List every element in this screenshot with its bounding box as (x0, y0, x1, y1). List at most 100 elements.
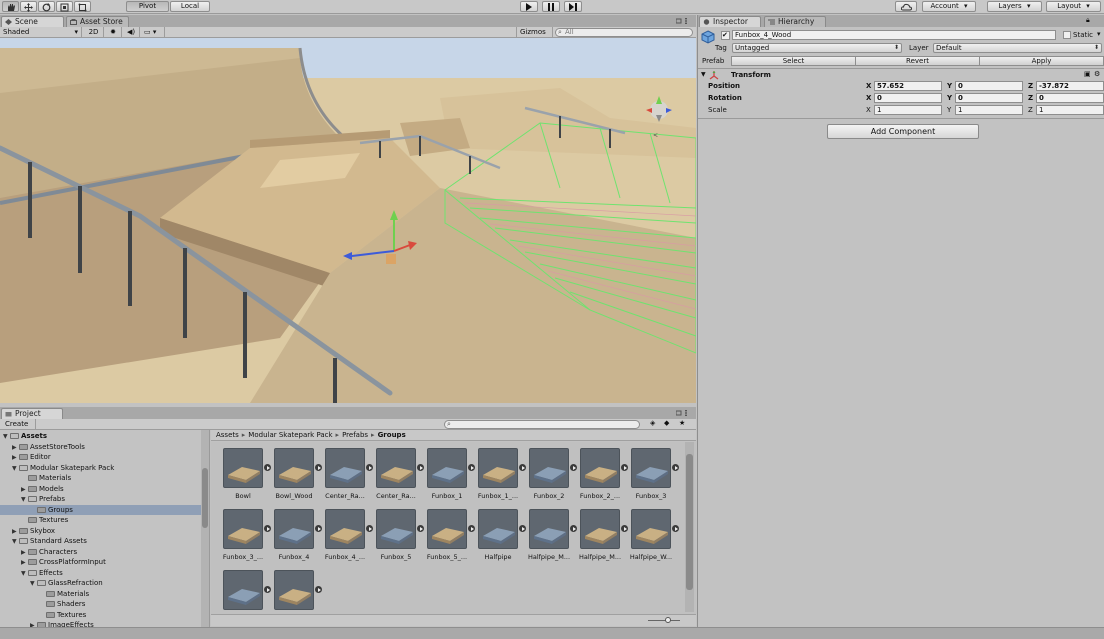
object-name-field[interactable]: Funbox_4_Wood (732, 30, 1056, 40)
tab-project[interactable]: Project (1, 408, 63, 419)
prefab-select-button[interactable]: Select (731, 56, 856, 66)
hand-tool-button[interactable] (2, 1, 19, 12)
scroll-thumb[interactable] (686, 454, 693, 590)
asset-item[interactable]: Funbox_5_... (415, 503, 475, 561)
asset-item[interactable]: Center_Ra... (364, 442, 424, 500)
favorite-star-icon[interactable]: ★ (679, 419, 685, 427)
asset-item[interactable]: Funbox_4 (262, 503, 322, 561)
tag-dropdown[interactable]: Untagged (732, 43, 902, 53)
project-search-input[interactable] (444, 420, 640, 429)
gizmos-dropdown[interactable]: Gizmos ▾ (516, 27, 553, 46)
gear-icon[interactable]: ⚙ (1094, 69, 1100, 79)
active-checkbox[interactable]: ✔ (721, 31, 730, 40)
panel-menu-icon[interactable] (676, 18, 692, 24)
layout-dropdown[interactable]: Layout (1046, 1, 1101, 12)
position-x-field[interactable]: 57.652 (874, 81, 942, 91)
tree-item[interactable]: ▶ Models (0, 484, 209, 495)
asset-item[interactable]: Funbox_4_... (313, 503, 373, 561)
rotation-z-field[interactable]: 0 (1036, 93, 1104, 103)
mode-2d-toggle[interactable]: 2D (84, 27, 104, 37)
asset-item[interactable]: Bowl_Wood (262, 442, 322, 500)
help-book-icon[interactable]: ▣ (1084, 69, 1091, 79)
tree-item[interactable]: Textures (0, 515, 209, 526)
pivot-toggle[interactable]: Pivot (126, 1, 169, 12)
tab-scene[interactable]: Scene (1, 16, 64, 27)
rotation-y-field[interactable]: 0 (955, 93, 1023, 103)
asset-item[interactable]: Funbox_2_... (568, 442, 628, 500)
tree-item[interactable]: ▶ Editor (0, 452, 209, 463)
step-button[interactable] (564, 1, 582, 12)
tree-item[interactable]: ▼ GlassRefraction (0, 578, 209, 589)
scene-render[interactable]: < (0, 38, 696, 403)
expand-prefab-icon[interactable] (672, 525, 679, 532)
asset-grid-scrollbar[interactable] (685, 442, 694, 612)
asset-item[interactable]: Halfpipe_M... (568, 503, 628, 561)
asset-item[interactable]: Halfpipe (466, 503, 526, 561)
asset-item[interactable]: Halfpipe_M... (517, 503, 577, 561)
tree-item[interactable]: ▶ AssetStoreTools (0, 442, 209, 453)
asset-item[interactable]: Bowl (211, 442, 271, 500)
tab-hierarchy[interactable]: Hierarchy (764, 16, 826, 27)
tree-item[interactable]: Textures (0, 610, 209, 621)
rect-tool-button[interactable] (74, 1, 91, 12)
prefab-apply-button[interactable]: Apply (979, 56, 1104, 66)
layer-dropdown[interactable]: Default (933, 43, 1102, 53)
tree-item[interactable]: ▼ Assets (0, 431, 209, 442)
tree-item[interactable]: ▶ Skybox (0, 526, 209, 537)
static-dropdown-icon[interactable]: ▾ (1097, 29, 1101, 39)
thumbnail-size-slider[interactable] (648, 617, 680, 623)
static-checkbox[interactable] (1063, 31, 1071, 39)
add-component-button[interactable]: Add Component (827, 124, 979, 139)
cloud-button[interactable] (895, 1, 917, 12)
account-dropdown[interactable]: Account (922, 1, 976, 12)
breadcrumb-item[interactable]: Assets (216, 431, 239, 439)
play-button[interactable] (520, 1, 538, 12)
scene-search-input[interactable]: All (555, 28, 693, 37)
shading-mode-dropdown[interactable]: Shaded ▾ (0, 27, 82, 37)
asset-item[interactable]: Funbox_3_... (211, 503, 271, 561)
scroll-thumb[interactable] (202, 468, 208, 528)
prefab-revert-button[interactable]: Revert (855, 56, 980, 66)
breadcrumb-item[interactable]: Prefabs (342, 431, 368, 439)
asset-item[interactable]: Funbox_1_... (466, 442, 526, 500)
layers-dropdown[interactable]: Layers (987, 1, 1042, 12)
tree-scrollbar[interactable] (201, 430, 209, 632)
tab-inspector[interactable]: Inspector (699, 16, 761, 27)
move-tool-button[interactable] (20, 1, 37, 12)
tree-item[interactable]: Shaders (0, 599, 209, 610)
position-z-field[interactable]: -37.872 (1036, 81, 1104, 91)
tree-item[interactable]: ▼ Modular Skatepark Pack (0, 463, 209, 474)
tree-item[interactable]: Groups (0, 504, 209, 515)
asset-item[interactable]: Funbox_3 (619, 442, 679, 500)
create-dropdown[interactable]: Create ▾ (2, 419, 36, 438)
scale-x-field[interactable]: 1 (874, 105, 942, 115)
scale-z-field[interactable]: 1 (1036, 105, 1104, 115)
tree-item[interactable]: ▶ CrossPlatformInput (0, 557, 209, 568)
effects-dropdown[interactable]: ▭ ▾ (141, 27, 165, 37)
asset-item[interactable] (262, 564, 322, 620)
tree-item[interactable]: Materials (0, 589, 209, 600)
asset-item[interactable]: Center_Ra... (313, 442, 373, 500)
slider-knob[interactable] (665, 617, 671, 623)
asset-item[interactable]: Funbox_1 (415, 442, 475, 500)
scene-viewport[interactable]: < (0, 38, 696, 403)
asset-item[interactable]: Halfpipe_W... (619, 503, 679, 561)
tree-item[interactable]: ▼ Prefabs (0, 494, 209, 505)
breadcrumb-item[interactable]: Modular Skatepark Pack (248, 431, 332, 439)
expand-prefab-icon[interactable] (672, 464, 679, 471)
asset-item[interactable]: Funbox_5 (364, 503, 424, 561)
asset-item[interactable]: Funbox_2 (517, 442, 577, 500)
rotation-x-field[interactable]: 0 (874, 93, 942, 103)
scale-y-field[interactable]: 1 (955, 105, 1023, 115)
project-menu-icon[interactable] (676, 410, 692, 416)
rotate-tool-button[interactable] (38, 1, 55, 12)
audio-toggle[interactable]: ◀) (123, 27, 140, 37)
expand-prefab-icon[interactable] (315, 586, 322, 593)
breadcrumb-item[interactable]: Groups (378, 431, 406, 439)
tree-item[interactable]: ▼ Standard Assets (0, 536, 209, 547)
lock-icon[interactable]: 🔒︎ (1086, 16, 1090, 25)
pause-button[interactable] (542, 1, 560, 12)
tree-item[interactable]: ▶ Characters (0, 547, 209, 558)
transform-foldout-arrow[interactable]: ▼ (701, 70, 706, 80)
filter-label-icon[interactable]: ◆ (664, 419, 669, 427)
